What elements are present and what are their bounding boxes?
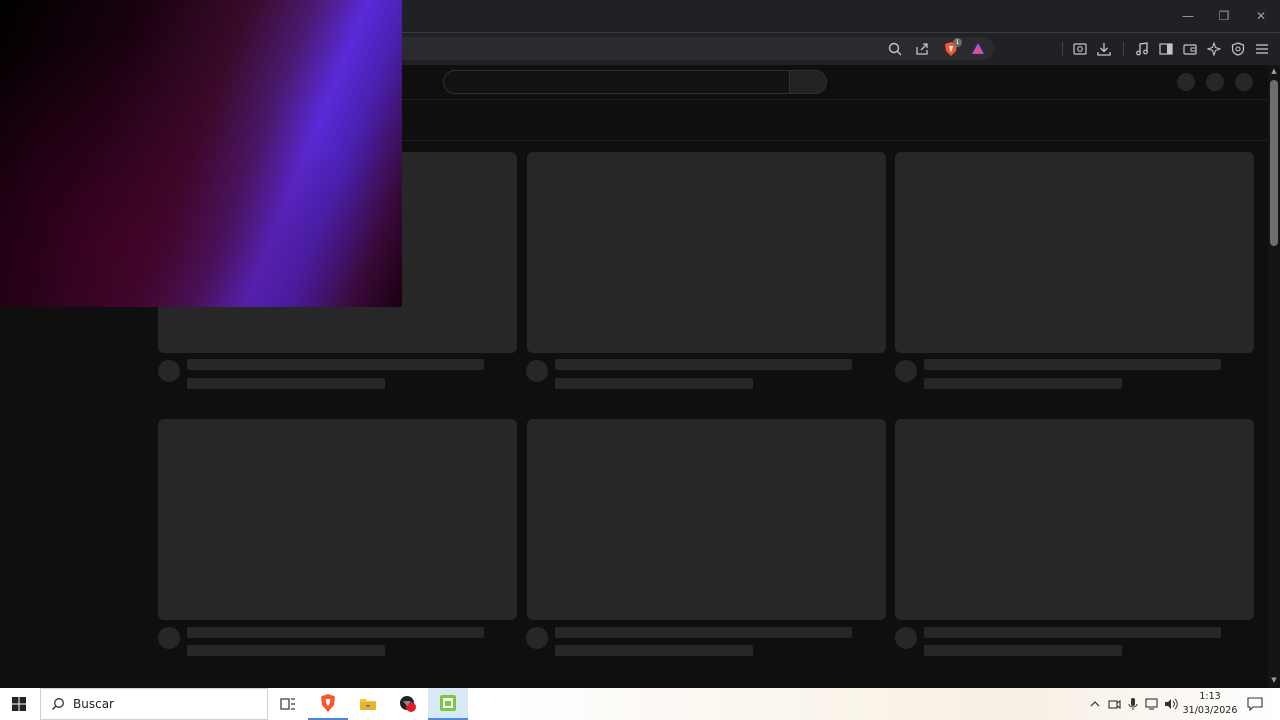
toolbar-divider [1123,42,1124,56]
microphone-icon[interactable] [1125,696,1141,712]
scroll-down-arrow-icon[interactable]: ▼ [1270,676,1278,684]
network-icon[interactable] [1144,696,1160,712]
app-green-icon [440,695,456,711]
meta-line-skeleton [187,645,385,656]
restore-button[interactable]: ❐ [1206,0,1242,32]
toolbar-divider [1062,42,1063,56]
vpn-icon[interactable] [1228,39,1248,59]
taskbar-search-box[interactable]: Buscar [40,688,268,720]
close-icon: ✕ [1255,9,1267,23]
search-input-skeleton[interactable] [443,70,790,94]
channel-avatar-skeleton [158,360,180,382]
header-action-skeleton [1206,73,1224,91]
wallet-icon[interactable] [1180,39,1200,59]
windows-logo-icon [12,697,26,711]
channel-avatar-skeleton [158,627,180,649]
taskbar-file-explorer-button[interactable] [348,688,388,720]
scroll-up-arrow-icon[interactable]: ▲ [1270,67,1278,75]
brave-shields-icon[interactable]: 1 [941,38,962,59]
meet-now-icon[interactable] [1106,696,1122,712]
minimize-icon: — [1182,9,1194,23]
clock-time: 1:13 [1199,691,1221,702]
title-line-skeleton [187,359,484,370]
search-icon[interactable] [885,39,905,59]
shields-count-badge: 1 [953,38,962,47]
channel-avatar-skeleton [895,360,917,382]
restore-icon: ❐ [1218,9,1230,23]
video-card-skeleton[interactable] [895,152,1254,353]
taskbar-search-placeholder: Buscar [73,697,114,711]
file-explorer-icon [360,699,376,710]
media-icon[interactable] [1132,39,1152,59]
download-icon[interactable] [1094,39,1114,59]
video-card-skeleton[interactable] [895,419,1254,620]
share-icon[interactable] [912,39,932,59]
channel-avatar-skeleton [895,627,917,649]
task-view-button[interactable] [268,688,308,720]
channel-avatar-skeleton [526,360,548,382]
meta-line-skeleton [924,378,1122,389]
taskbar-app-red-button[interactable] [388,688,428,720]
meta-line-skeleton [187,378,385,389]
task-view-icon [280,698,295,710]
app-red-icon [400,696,416,712]
title-line-skeleton [555,627,852,638]
title-line-skeleton [924,359,1221,370]
start-button[interactable] [0,688,38,720]
taskbar-brave-button[interactable] [308,688,348,720]
close-button[interactable]: ✕ [1243,0,1279,32]
brave-icon [321,694,335,712]
video-card-skeleton[interactable] [158,419,517,620]
meta-line-skeleton [555,645,753,656]
search-button-skeleton[interactable] [789,70,827,94]
clock-date: 31/03/2026 [1182,705,1238,716]
volume-icon[interactable] [1163,696,1179,712]
screenshot-icon[interactable] [1070,39,1090,59]
leo-ai-icon[interactable] [1204,39,1224,59]
taskbar-clock[interactable]: 1:13 31/03/2026 [1182,690,1238,718]
taskbar-app-green-button[interactable] [428,688,468,720]
meta-line-skeleton [924,645,1122,656]
header-action-skeleton [1177,73,1195,91]
sidebar-icon[interactable] [1156,39,1176,59]
video-card-skeleton[interactable] [527,152,886,353]
avatar-skeleton [1235,73,1253,91]
title-line-skeleton [924,627,1221,638]
meta-line-skeleton [555,378,753,389]
notifications-icon[interactable] [1246,695,1264,713]
minimize-button[interactable]: — [1170,0,1206,32]
video-card-skeleton[interactable] [527,419,886,620]
brave-rewards-icon[interactable] [968,39,988,59]
menu-icon[interactable] [1252,39,1272,59]
overlay-window-image [0,0,402,307]
title-line-skeleton [187,627,484,638]
address-bar[interactable] [402,37,994,60]
scrollbar-thumb[interactable] [1270,80,1278,246]
search-icon [52,698,64,710]
tray-overflow-chevron-up-icon[interactable] [1087,696,1103,712]
channel-avatar-skeleton [526,627,548,649]
title-line-skeleton [555,359,852,370]
